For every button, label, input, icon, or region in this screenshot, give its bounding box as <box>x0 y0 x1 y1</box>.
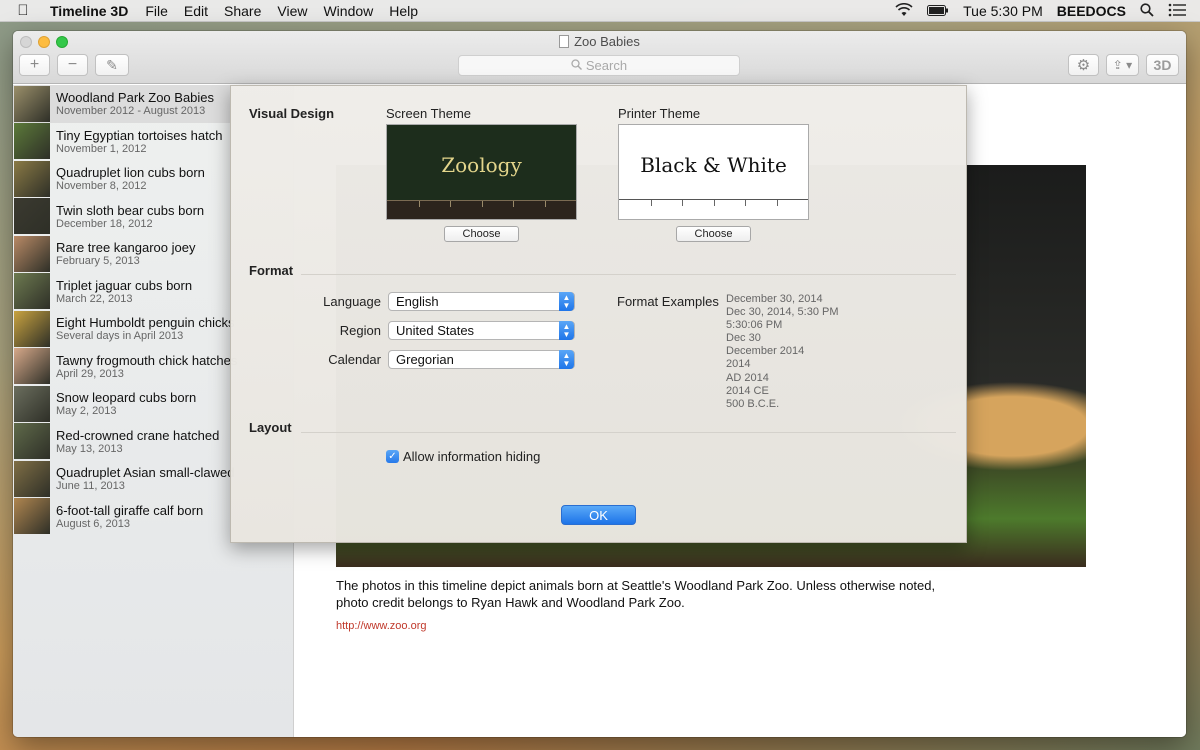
remove-event-button[interactable]: − <box>57 54 88 76</box>
search-input[interactable]: Search <box>458 55 740 76</box>
search-icon <box>571 58 582 73</box>
language-label: Language <box>323 294 381 309</box>
printer-theme-ruler <box>619 199 808 207</box>
allow-hiding-checkbox[interactable]: ✓ <box>386 450 399 463</box>
menu-view[interactable]: View <box>269 3 315 19</box>
event-thumbnail <box>14 235 50 272</box>
title-bar: Zoo Babies + − ✎ Search ⚙ ⇪ ▾ 3D <box>13 31 1186 84</box>
event-description: The photos in this timeline depict anima… <box>336 578 936 610</box>
clock[interactable]: Tue 5:30 PM <box>963 3 1043 19</box>
search-placeholder: Search <box>585 58 628 73</box>
menu-file[interactable]: File <box>137 3 176 19</box>
format-example: 2014 <box>726 358 751 371</box>
event-thumbnail <box>14 385 50 422</box>
printer-theme-label: Printer Theme <box>618 106 701 121</box>
share-button[interactable]: ⇪ ▾ <box>1106 54 1139 76</box>
visual-design-heading: Visual Design <box>249 106 335 121</box>
settings-button[interactable]: ⚙ <box>1068 54 1099 76</box>
format-example: AD 2014 <box>726 371 769 384</box>
event-thumbnail <box>14 348 50 385</box>
document-icon <box>559 35 570 48</box>
format-example: December 2014 <box>726 345 805 358</box>
printer-theme-name: Black & White <box>640 153 787 177</box>
format-example: Dec 30, 2014, 5:30 PM <box>726 306 839 319</box>
popup-arrows-icon: ▲ ▼ <box>559 350 574 369</box>
event-thumbnail <box>14 123 50 160</box>
format-examples-list: December 30, 2014 Dec 30, 2014, 5:30 PM … <box>726 293 839 411</box>
screen-theme-preview[interactable]: Zoology <box>386 124 577 220</box>
event-thumbnail <box>14 85 50 122</box>
spotlight-search-icon[interactable] <box>1140 2 1154 20</box>
allow-hiding-label[interactable]: Allow information hiding <box>403 449 540 464</box>
app-name-menu[interactable]: Timeline 3D <box>46 3 137 19</box>
menu-bar:  Timeline 3D File Edit Share View Windo… <box>0 0 1200 22</box>
menu-share[interactable]: Share <box>216 3 269 19</box>
popup-arrows-icon: ▲ ▼ <box>559 321 574 340</box>
format-examples-label: Format Examples <box>617 294 719 309</box>
view-3d-button[interactable]: 3D <box>1146 54 1179 76</box>
region-label: Region <box>339 323 381 338</box>
language-select[interactable]: English ▲ ▼ <box>388 292 575 311</box>
region-select[interactable]: United States ▲ ▼ <box>388 321 575 340</box>
calendar-select[interactable]: Gregorian ▲ ▼ <box>388 350 575 369</box>
menu-window[interactable]: Window <box>315 3 381 19</box>
battery-icon[interactable] <box>927 3 949 19</box>
event-thumbnail <box>14 198 50 235</box>
event-thumbnail <box>14 460 50 497</box>
event-link[interactable]: http://www.zoo.org <box>336 620 427 632</box>
user-menu[interactable]: BEEDOCS <box>1057 3 1126 19</box>
menu-edit[interactable]: Edit <box>176 3 216 19</box>
event-thumbnail <box>14 273 50 310</box>
event-thumbnail <box>14 498 50 535</box>
printer-theme-preview[interactable]: Black & White <box>618 124 809 220</box>
window-title: Zoo Babies <box>13 34 1186 49</box>
choose-screen-theme-button[interactable]: Choose <box>444 226 519 242</box>
format-divider <box>301 274 956 275</box>
format-example: December 30, 2014 <box>726 293 823 305</box>
screen-theme-ruler <box>387 200 576 219</box>
notification-center-icon[interactable] <box>1168 3 1186 20</box>
calendar-label: Calendar <box>328 352 381 367</box>
screen-theme-name: Zoology <box>441 153 522 177</box>
format-example: 5:30:06 PM <box>726 319 783 332</box>
apple-menu-icon[interactable]:  <box>0 2 46 19</box>
format-example: 500 B.C.E. <box>726 397 780 410</box>
format-example: Dec 30 <box>726 332 761 345</box>
format-heading: Format <box>249 263 294 278</box>
add-event-button[interactable]: + <box>19 54 50 76</box>
event-thumbnail <box>14 423 50 460</box>
menu-help[interactable]: Help <box>381 3 426 19</box>
event-thumbnail <box>14 160 50 197</box>
wifi-icon[interactable] <box>895 2 913 20</box>
layout-heading: Layout <box>249 420 292 435</box>
document-settings-sheet: Visual Design Screen Theme Printer Theme… <box>230 85 967 543</box>
event-thumbnail <box>14 310 50 347</box>
screen-theme-label: Screen Theme <box>386 106 472 121</box>
choose-printer-theme-button[interactable]: Choose <box>676 226 751 242</box>
layout-divider <box>301 432 956 433</box>
edit-event-button[interactable]: ✎ <box>95 54 129 76</box>
format-example: 2014 CE <box>726 384 769 397</box>
popup-arrows-icon: ▲ ▼ <box>559 292 574 311</box>
ok-button[interactable]: OK <box>561 505 636 525</box>
